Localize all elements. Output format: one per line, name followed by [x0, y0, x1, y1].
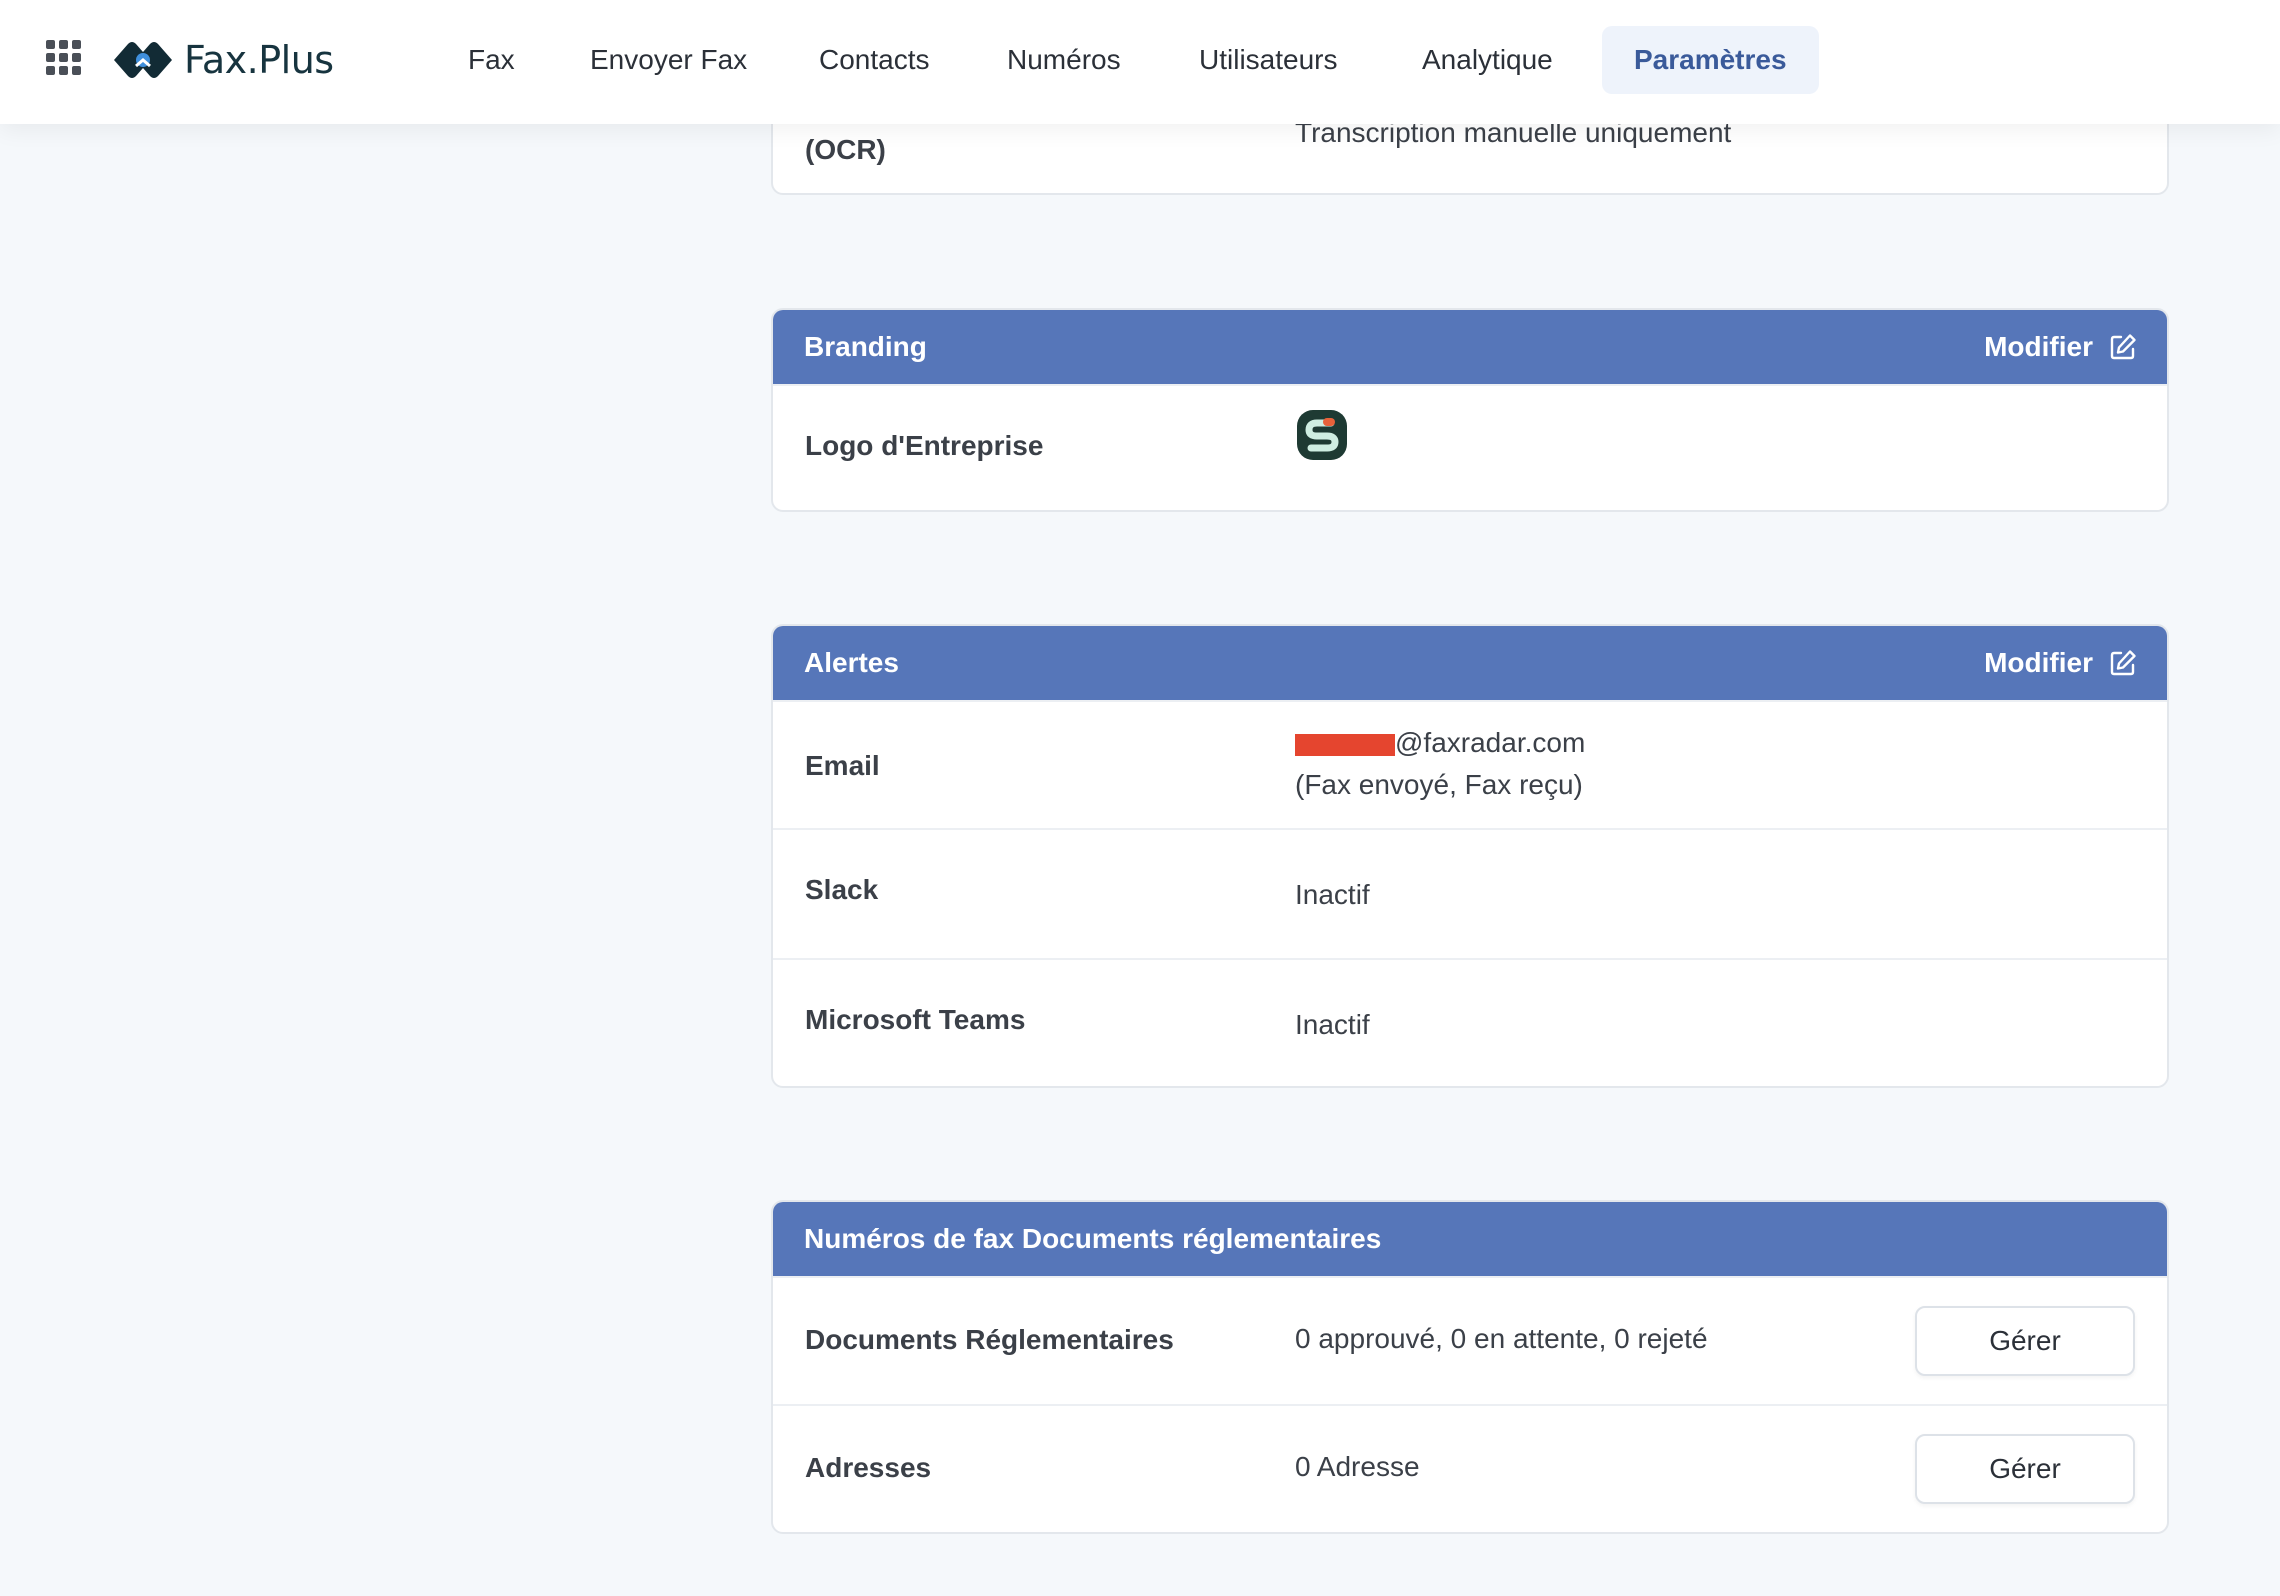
- fax-plus-logo: [114, 42, 172, 78]
- nav-fax[interactable]: Fax: [468, 26, 515, 94]
- branding-header: Branding Modifier: [773, 310, 2167, 384]
- edit-icon: [2110, 650, 2136, 676]
- email-value: @faxradar.com (Fax envoyé, Fax reçu): [1295, 722, 1585, 806]
- regulatory-documents-row: Documents Réglementaires 0 approuvé, 0 e…: [773, 1276, 2167, 1404]
- alert-slack-row: Slack Inactif: [773, 828, 2167, 958]
- company-logo: [1297, 410, 1347, 460]
- nav-contacts[interactable]: Contacts: [819, 26, 930, 94]
- ocr-label: (OCR): [805, 134, 886, 165]
- alerts-edit-button[interactable]: Modifier: [1984, 647, 2137, 679]
- teams-label: Microsoft Teams: [805, 1004, 1026, 1035]
- alerts-header: Alertes Modifier: [773, 626, 2167, 700]
- email-events: (Fax envoyé, Fax reçu): [1295, 769, 1583, 800]
- email-address-line: @faxradar.com: [1295, 722, 1585, 764]
- manage-addresses-button[interactable]: Gérer: [1915, 1434, 2135, 1504]
- branding-title: Branding: [804, 331, 927, 362]
- branding-edit-button[interactable]: Modifier: [1984, 331, 2137, 363]
- regulatory-header: Numéros de fax Documents réglementaires: [773, 1202, 2167, 1276]
- top-navigation-bar: Fax.Plus Fax Envoyer Fax Contacts Numéro…: [0, 0, 2280, 124]
- nav-utilisateurs[interactable]: Utilisateurs: [1199, 26, 1337, 94]
- slack-value: Inactif: [1295, 879, 1370, 910]
- edit-label: Modifier: [1984, 647, 2093, 678]
- edit-label: Modifier: [1984, 331, 2093, 362]
- brand-name: Fax.Plus: [184, 38, 334, 82]
- branding-card: Branding Modifier Logo d'Entreprise: [771, 308, 2169, 512]
- alerts-title: Alertes: [804, 647, 899, 678]
- alert-email-row: Email @faxradar.com (Fax envoyé, Fax reç…: [773, 700, 2167, 828]
- nav-analytique[interactable]: Analytique: [1422, 26, 1553, 94]
- regulatory-documents-value: 0 approuvé, 0 en attente, 0 rejeté: [1295, 1323, 1708, 1354]
- logo-row: Logo d'Entreprise: [773, 384, 2167, 510]
- slack-label: Slack: [805, 874, 879, 905]
- alerts-card: Alertes Modifier Email @faxradar.com (Fa…: [771, 624, 2169, 1088]
- addresses-value: 0 Adresse: [1295, 1451, 1420, 1482]
- teams-value: Inactif: [1295, 1009, 1370, 1040]
- nav-envoyer-fax[interactable]: Envoyer Fax: [590, 26, 747, 94]
- nav-numeros[interactable]: Numéros: [1007, 26, 1121, 94]
- email-domain: @faxradar.com: [1395, 727, 1586, 758]
- logo-label: Logo d'Entreprise: [805, 430, 1044, 461]
- nav-parametres[interactable]: Paramètres: [1602, 26, 1819, 94]
- regulatory-title: Numéros de fax Documents réglementaires: [804, 1223, 1382, 1254]
- addresses-label: Adresses: [805, 1452, 932, 1483]
- regulatory-documents-label: Documents Réglementaires: [805, 1324, 1174, 1355]
- apps-grid-icon[interactable]: [46, 40, 82, 80]
- edit-icon: [2110, 334, 2136, 360]
- email-label: Email: [805, 750, 880, 781]
- regulatory-numbers-card: Numéros de fax Documents réglementaires …: [771, 1200, 2169, 1534]
- addresses-row: Adresses 0 Adresse Gérer: [773, 1404, 2167, 1532]
- alert-teams-row: Microsoft Teams Inactif: [773, 958, 2167, 1086]
- brand-logo[interactable]: Fax.Plus: [112, 34, 334, 86]
- redacted-text: [1295, 733, 1395, 756]
- manage-documents-button[interactable]: Gérer: [1915, 1306, 2135, 1376]
